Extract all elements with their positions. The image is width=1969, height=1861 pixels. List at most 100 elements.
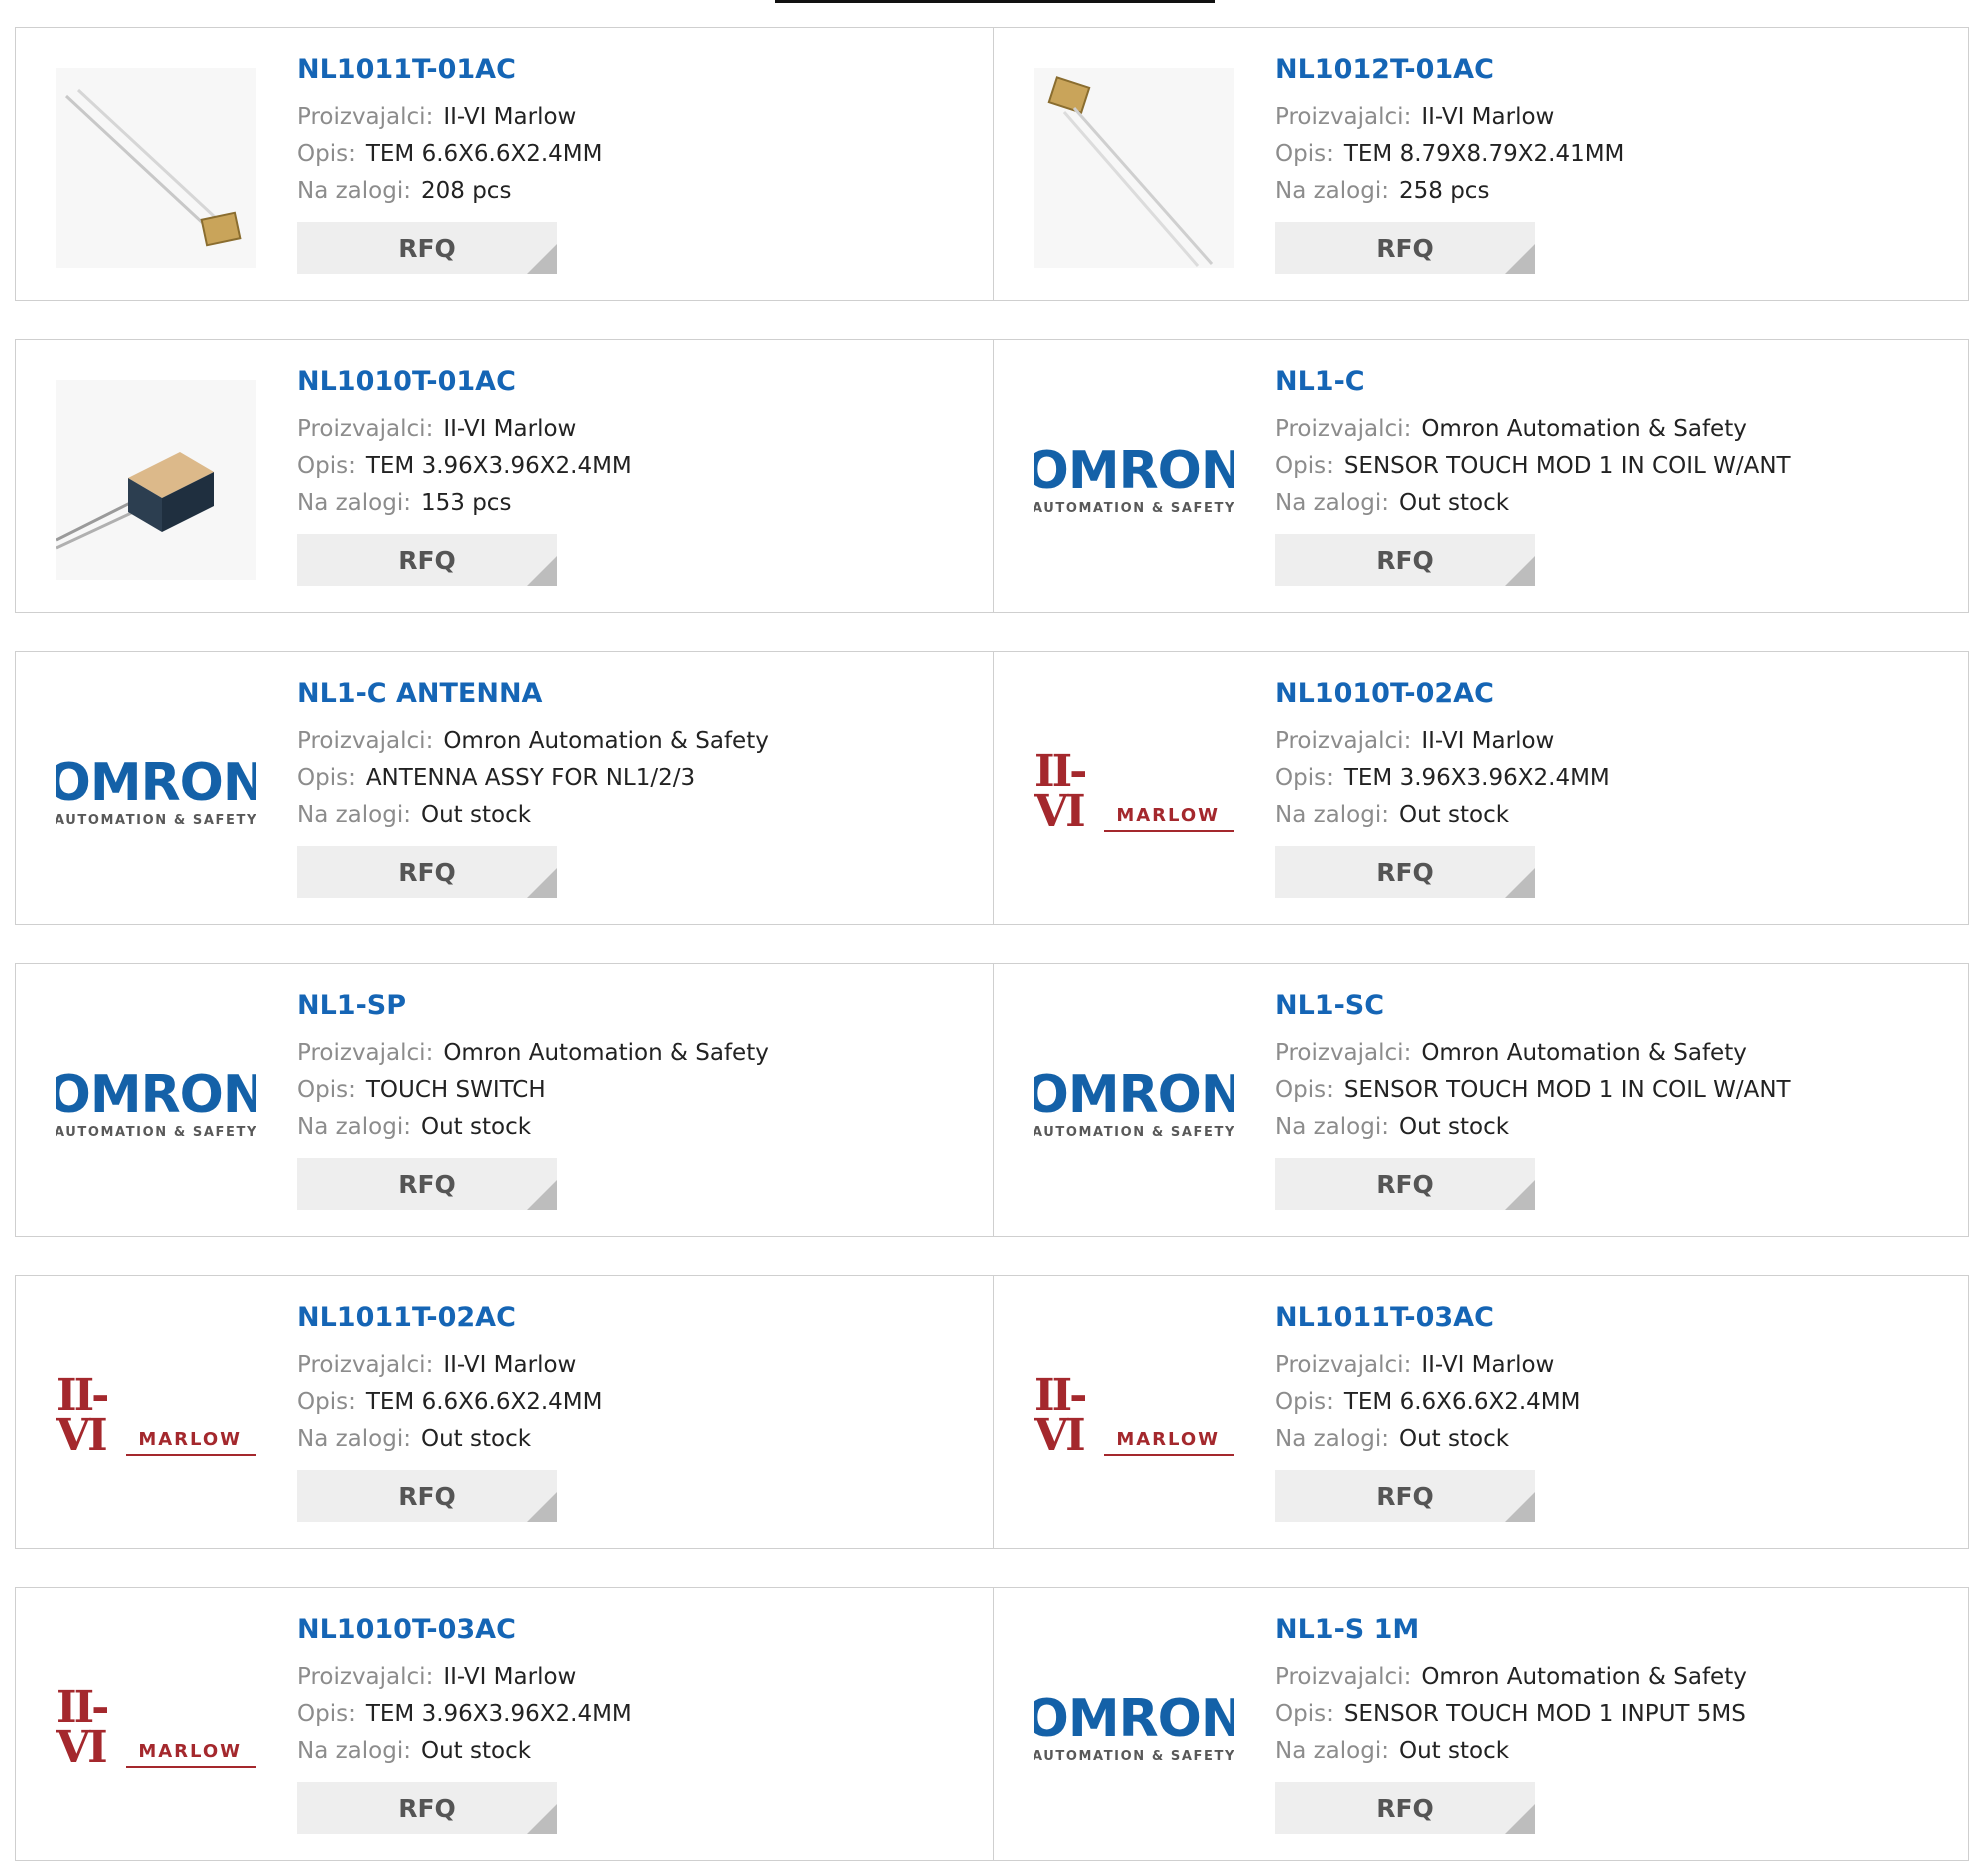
marlow-logo: II-VI MARLOW bbox=[1034, 746, 1234, 837]
omron-logo-image[interactable]: OMRON AUTOMATION & SAFETY bbox=[1034, 380, 1234, 580]
description-value: TEM 3.96X3.96X2.4MM bbox=[365, 1701, 632, 1727]
manufacturer-label: Proizvajalci: bbox=[1275, 416, 1412, 442]
part-number-link[interactable]: NL1011T-03AC bbox=[1275, 1304, 1581, 1331]
marlow-logo-image[interactable]: II-VI MARLOW bbox=[1034, 692, 1234, 892]
product-card: NL1011T-01AC Proizvajalci: II-VI Marlow Opi… bbox=[16, 28, 994, 300]
manufacturer-label: Proizvajalci: bbox=[1275, 1352, 1412, 1378]
rfq-corner-icon bbox=[527, 1180, 557, 1210]
description-line: Opis: SENSOR TOUCH MOD 1 INPUT 5MS bbox=[1275, 1696, 1747, 1733]
manufacturer-value: II-VI Marlow bbox=[1421, 104, 1555, 130]
manufacturer-line: Proizvajalci: II-VI Marlow bbox=[297, 99, 603, 136]
manufacturer-value: II-VI Marlow bbox=[1421, 728, 1555, 754]
rfq-button[interactable]: RFQ bbox=[1275, 1782, 1535, 1834]
rfq-button[interactable]: RFQ bbox=[297, 534, 557, 586]
marlow-logo-iivi: II-VI bbox=[1034, 746, 1087, 837]
omron-logo-image[interactable]: OMRON AUTOMATION & SAFETY bbox=[1034, 1628, 1234, 1828]
marlow-logo-iivi: II-VI bbox=[56, 1370, 109, 1461]
rfq-button[interactable]: RFQ bbox=[1275, 1158, 1535, 1210]
marlow-logo-image[interactable]: II-VI MARLOW bbox=[56, 1316, 256, 1516]
stock-line: Na zalogi: 153 pcs bbox=[297, 485, 632, 522]
manufacturer-label: Proizvajalci: bbox=[297, 416, 434, 442]
rfq-button[interactable]: RFQ bbox=[297, 1782, 557, 1834]
rfq-button[interactable]: RFQ bbox=[1275, 1470, 1535, 1522]
stock-label: Na zalogi: bbox=[297, 802, 411, 828]
description-label: Opis: bbox=[297, 453, 356, 479]
product-card: II-VI MARLOW NL1010T-03AC Proizvajalci: II-V… bbox=[16, 1588, 994, 1860]
manufacturer-line: Proizvajalci: II-VI Marlow bbox=[1275, 99, 1624, 136]
rfq-corner-icon bbox=[1505, 868, 1535, 898]
marlow-logo-word: MARLOW bbox=[126, 1429, 256, 1456]
product-info: NL1-SC Proizvajalci: Omron Automation & Sa… bbox=[1275, 992, 1791, 1210]
product-info: NL1-C ANTENNA Proizvajalci: Omron Automati… bbox=[297, 680, 769, 898]
description-label: Opis: bbox=[297, 1389, 356, 1415]
manufacturer-value: II-VI Marlow bbox=[443, 1352, 577, 1378]
part-number-link[interactable]: NL1010T-03AC bbox=[297, 1616, 632, 1643]
omron-logo-image[interactable]: OMRON AUTOMATION & SAFETY bbox=[56, 1004, 256, 1204]
omron-logo-image[interactable]: OMRON AUTOMATION & SAFETY bbox=[56, 692, 256, 892]
marlow-logo-iivi: II-VI bbox=[1034, 1370, 1087, 1461]
omron-logo-image[interactable]: OMRON AUTOMATION & SAFETY bbox=[1034, 1004, 1234, 1204]
part-number-link[interactable]: NL1010T-01AC bbox=[297, 368, 632, 395]
marlow-logo-image[interactable]: II-VI MARLOW bbox=[56, 1628, 256, 1828]
part-number-link[interactable]: NL1-S 1M bbox=[1275, 1616, 1747, 1643]
description-line: Opis: TEM 8.79X8.79X2.41MM bbox=[1275, 136, 1624, 173]
manufacturer-line: Proizvajalci: Omron Automation & Safety bbox=[297, 1035, 769, 1072]
stock-label: Na zalogi: bbox=[1275, 1738, 1389, 1764]
part-number-link[interactable]: NL1-SP bbox=[297, 992, 769, 1019]
stock-value: Out stock bbox=[1398, 1114, 1510, 1140]
product-row: NL1010T-01AC Proizvajalci: II-VI Marlow Opi… bbox=[15, 339, 1969, 613]
product-info: NL1-C Proizvajalci: Omron Automation & Saf… bbox=[1275, 368, 1791, 586]
marlow-logo: II-VI MARLOW bbox=[56, 1370, 256, 1461]
marlow-logo-image[interactable]: II-VI MARLOW bbox=[1034, 1316, 1234, 1516]
description-label: Opis: bbox=[297, 765, 356, 791]
description-line: Opis: ANTENNA ASSY FOR NL1/2/3 bbox=[297, 760, 769, 797]
product-info: NL1-SP Proizvajalci: Omron Automation & Sa… bbox=[297, 992, 769, 1210]
manufacturer-value: II-VI Marlow bbox=[443, 1664, 577, 1690]
description-label: Opis: bbox=[1275, 765, 1334, 791]
description-value: TEM 6.6X6.6X2.4MM bbox=[1343, 1389, 1581, 1415]
marlow-logo: II-VI MARLOW bbox=[1034, 1370, 1234, 1461]
part-number-link[interactable]: NL1-C bbox=[1275, 368, 1791, 395]
description-label: Opis: bbox=[1275, 141, 1334, 167]
top-divider bbox=[775, 0, 1215, 3]
product-photo[interactable] bbox=[56, 68, 256, 268]
part-number-link[interactable]: NL1-C ANTENNA bbox=[297, 680, 769, 707]
omron-logo-word: OMRON bbox=[1034, 440, 1234, 501]
omron-logo: OMRON AUTOMATION & SAFETY bbox=[1034, 1693, 1234, 1764]
part-number-link[interactable]: NL1011T-01AC bbox=[297, 56, 603, 83]
manufacturer-label: Proizvajalci: bbox=[1275, 104, 1412, 130]
description-value: TEM 3.96X3.96X2.4MM bbox=[1343, 765, 1610, 791]
product-photo[interactable] bbox=[56, 380, 256, 580]
product-info: NL1012T-01AC Proizvajalci: II-VI Marlow Opi… bbox=[1275, 56, 1624, 274]
product-info: NL1-S 1M Proizvajalci: Omron Automation & … bbox=[1275, 1616, 1747, 1834]
stock-label: Na zalogi: bbox=[297, 1738, 411, 1764]
product-card: NL1010T-01AC Proizvajalci: II-VI Marlow Opi… bbox=[16, 340, 994, 612]
product-photo[interactable] bbox=[1034, 68, 1234, 268]
rfq-button[interactable]: RFQ bbox=[1275, 846, 1535, 898]
rfq-label: RFQ bbox=[1376, 1169, 1434, 1199]
rfq-button[interactable]: RFQ bbox=[297, 1158, 557, 1210]
omron-logo-subtitle: AUTOMATION & SAFETY bbox=[1034, 1124, 1234, 1140]
product-row: II-VI MARLOW NL1011T-02AC Proizvajalci: II-V… bbox=[15, 1275, 1969, 1549]
part-number-link[interactable]: NL1010T-02AC bbox=[1275, 680, 1610, 707]
omron-logo-word: OMRON bbox=[1034, 1064, 1234, 1125]
rfq-button[interactable]: RFQ bbox=[297, 1470, 557, 1522]
description-line: Opis: TOUCH SWITCH bbox=[297, 1072, 769, 1109]
rfq-button[interactable]: RFQ bbox=[1275, 534, 1535, 586]
part-number-link[interactable]: NL1-SC bbox=[1275, 992, 1791, 1019]
stock-label: Na zalogi: bbox=[1275, 1114, 1389, 1140]
rfq-button[interactable]: RFQ bbox=[1275, 222, 1535, 274]
rfq-corner-icon bbox=[1505, 1804, 1535, 1834]
stock-line: Na zalogi: Out stock bbox=[1275, 1421, 1581, 1458]
omron-logo-subtitle: AUTOMATION & SAFETY bbox=[1034, 500, 1234, 516]
rfq-button[interactable]: RFQ bbox=[297, 222, 557, 274]
stock-value: Out stock bbox=[420, 1738, 532, 1764]
stock-line: Na zalogi: Out stock bbox=[297, 1109, 769, 1146]
manufacturer-label: Proizvajalci: bbox=[297, 1352, 434, 1378]
stock-value: Out stock bbox=[1398, 490, 1510, 516]
stock-value: Out stock bbox=[1398, 802, 1510, 828]
marlow-logo-word: MARLOW bbox=[1104, 805, 1234, 832]
part-number-link[interactable]: NL1012T-01AC bbox=[1275, 56, 1624, 83]
part-number-link[interactable]: NL1011T-02AC bbox=[297, 1304, 603, 1331]
rfq-button[interactable]: RFQ bbox=[297, 846, 557, 898]
